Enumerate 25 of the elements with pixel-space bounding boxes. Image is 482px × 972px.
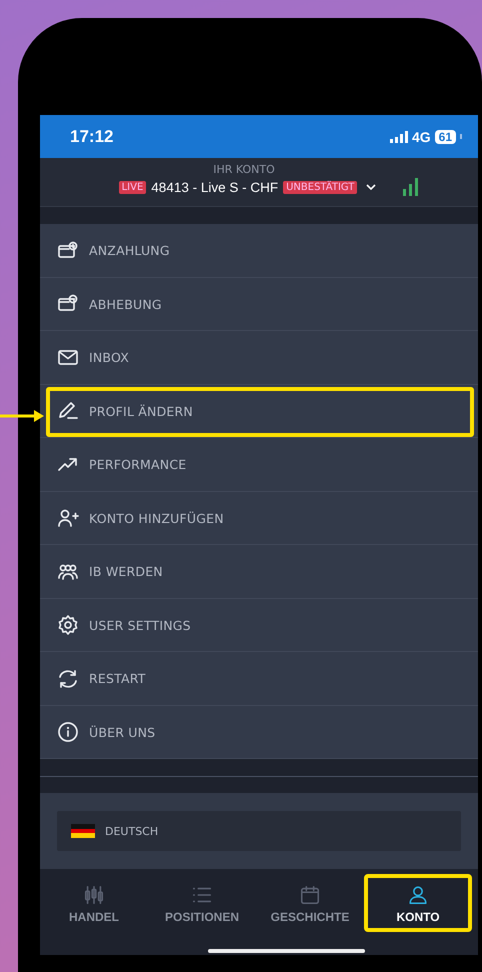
section-label: IHR KONTO xyxy=(212,162,276,176)
connection-bars-icon xyxy=(403,178,420,196)
flag-icon xyxy=(71,824,95,838)
signal-icon xyxy=(390,130,408,143)
nav-tab[interactable]: HANDEL xyxy=(40,874,148,932)
chevron-down-icon[interactable] xyxy=(366,184,376,191)
nav-tab[interactable]: GESCHICHTE xyxy=(256,874,364,932)
candlestick-icon xyxy=(83,884,105,906)
refresh-icon xyxy=(57,668,79,690)
info-icon xyxy=(57,721,79,744)
user-plus-icon xyxy=(57,507,79,530)
calendar-icon xyxy=(299,884,321,906)
battery-level: 61 xyxy=(434,130,456,144)
account-name[interactable]: 48413 - Live S - CHF xyxy=(151,180,278,195)
language-selector[interactable]: DEUTSCH xyxy=(57,811,461,852)
live-badge: LIVE xyxy=(118,180,146,194)
nav-tab[interactable]: KONTO xyxy=(364,874,472,932)
network-label: 4G xyxy=(412,128,431,145)
gear-icon xyxy=(57,614,79,636)
status-badge: UNBESTÄTIGT xyxy=(283,180,358,194)
nav-tab[interactable]: POSITIONEN xyxy=(148,874,256,932)
clock-time: 17:12 xyxy=(70,126,114,147)
pointer-arrow xyxy=(0,408,46,424)
user-icon xyxy=(407,884,429,906)
menu-item[interactable]: PROFIL ÄNDERN xyxy=(40,384,478,438)
